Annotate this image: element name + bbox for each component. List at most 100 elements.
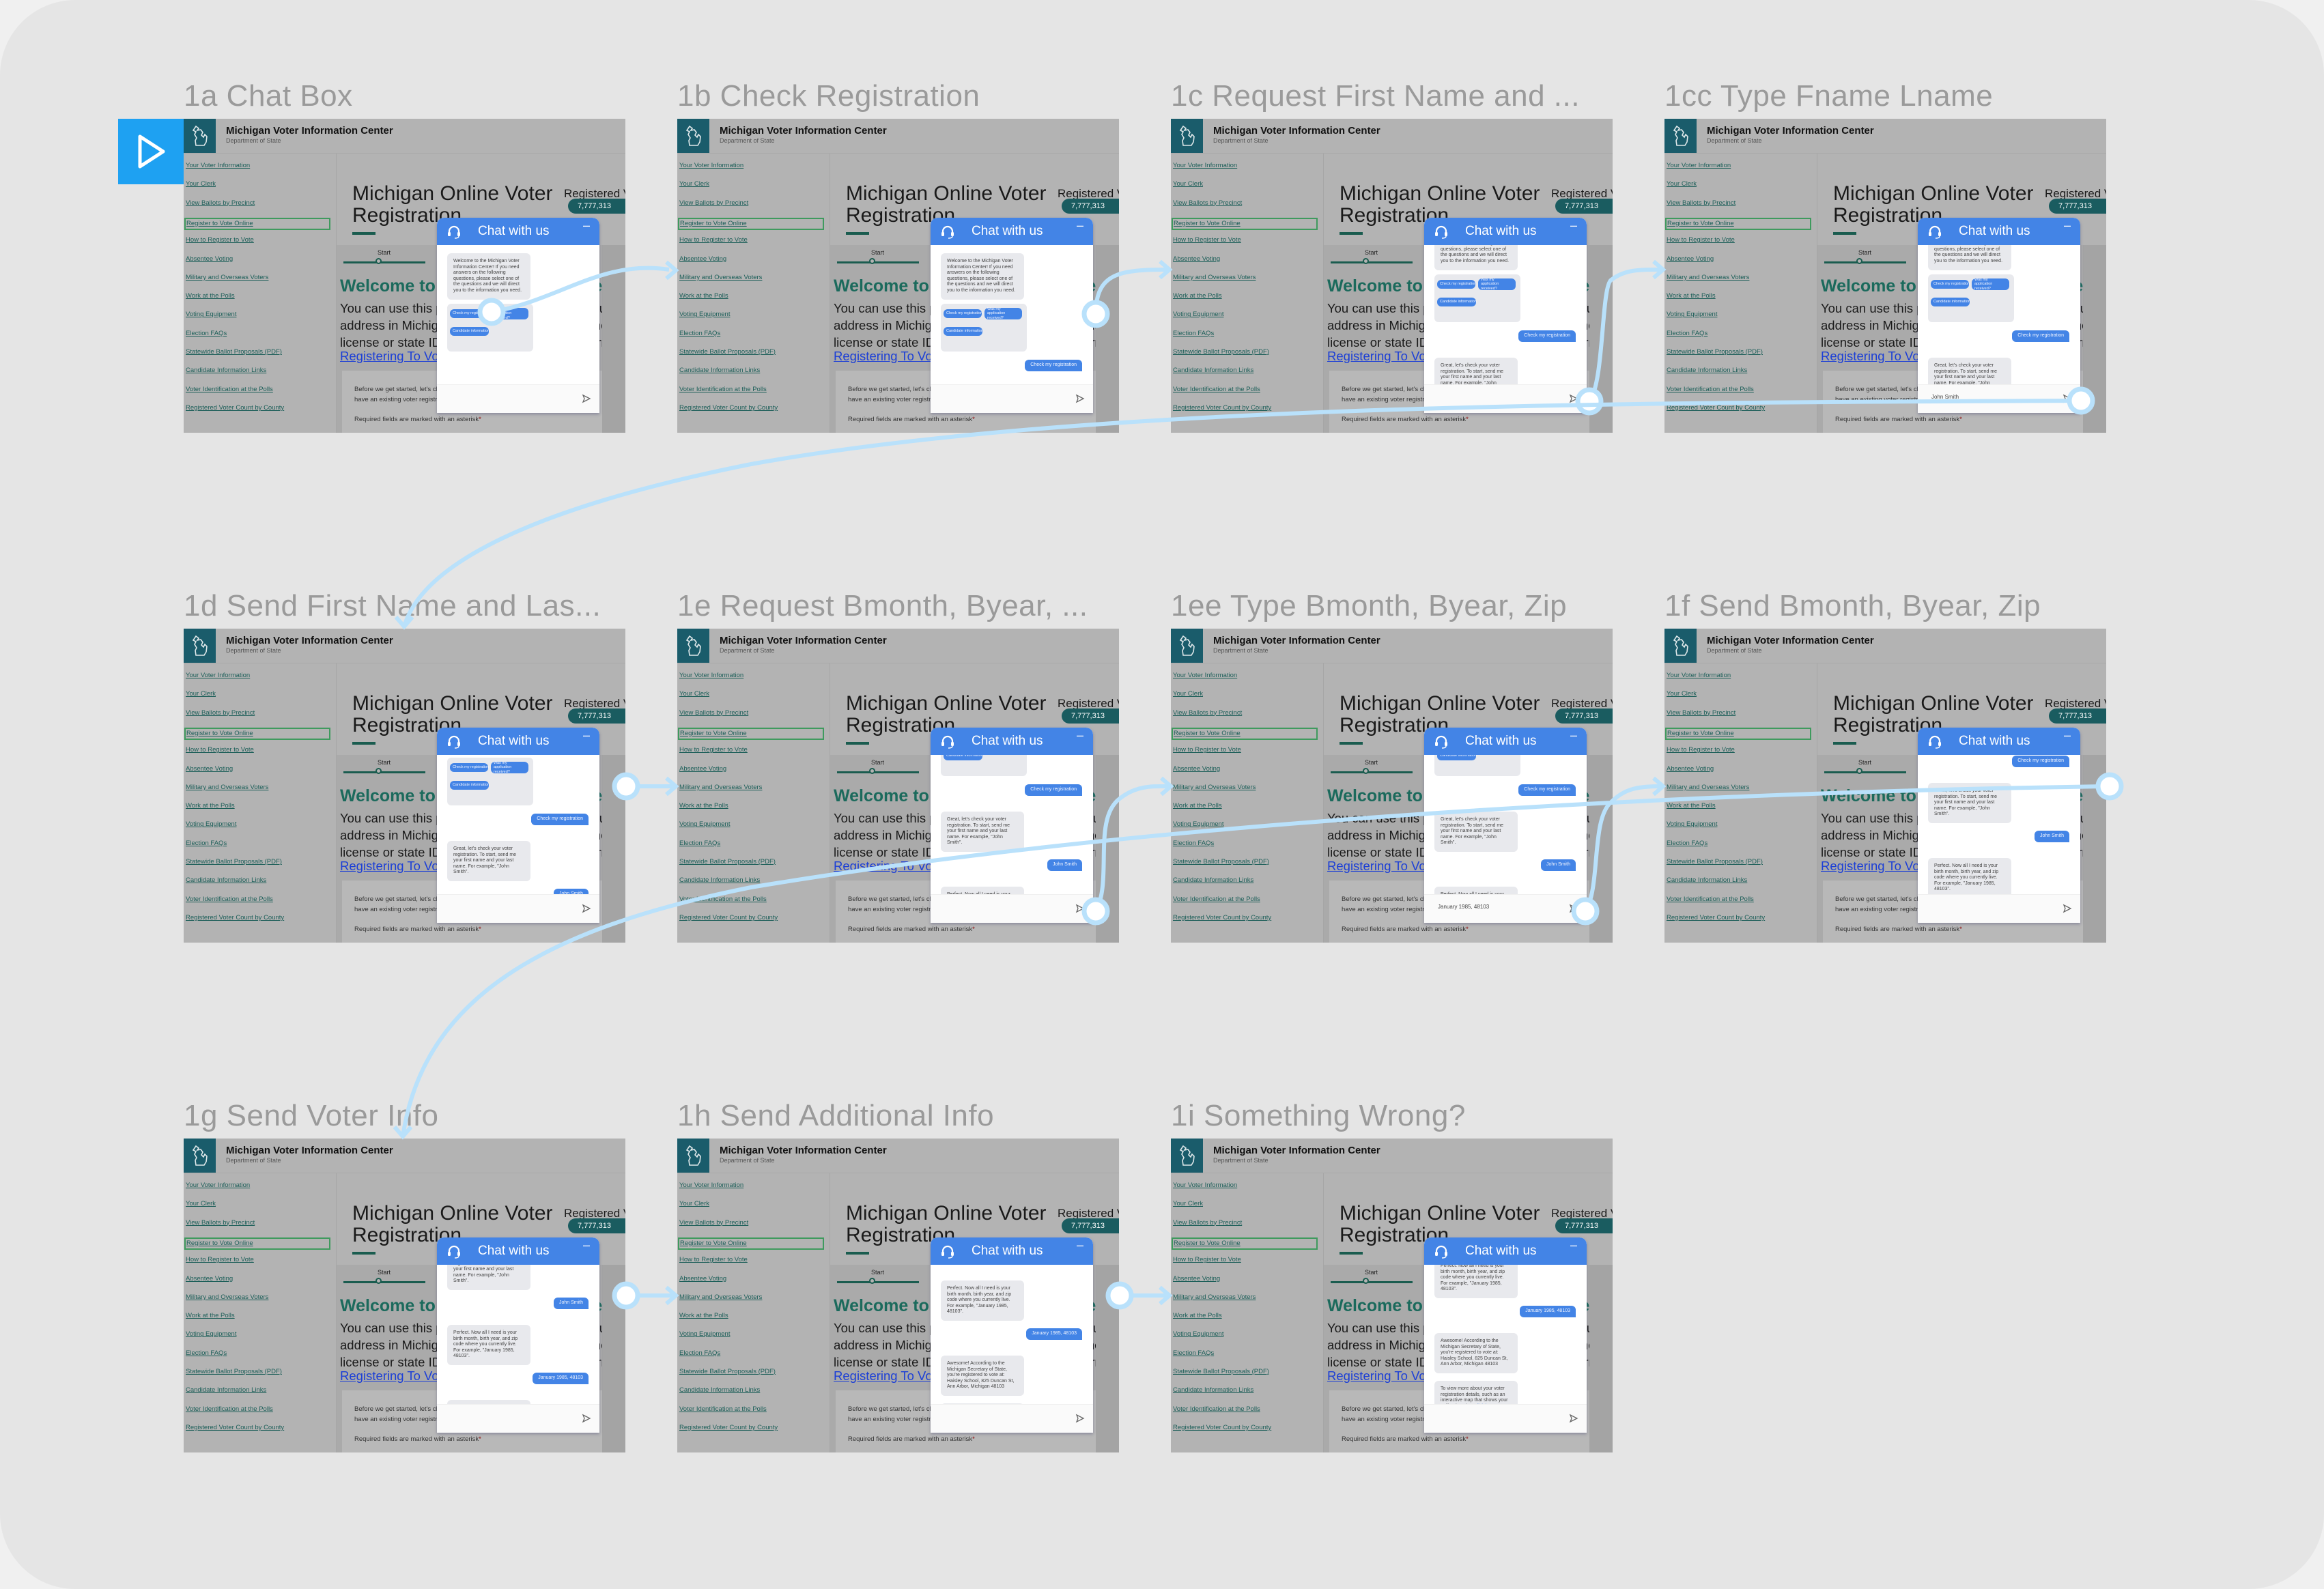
sidebar-item-voting-equipment[interactable]: Voting Equipment bbox=[679, 1330, 730, 1338]
sidebar-item-register-to-vote-online[interactable]: Register to Vote Online bbox=[1172, 1237, 1318, 1250]
sidebar-item-voter-identification-at-the-polls[interactable]: Voter Identification at the Polls bbox=[186, 386, 273, 393]
sidebar-item-military-and-overseas-voters[interactable]: Military and Overseas Voters bbox=[186, 1293, 268, 1301]
sidebar-item-registered-voter-count-by-county[interactable]: Registered Voter Count by County bbox=[679, 1424, 778, 1431]
frame-title[interactable]: 1d Send First Name and Las... bbox=[184, 589, 601, 623]
sidebar-item-statewide-ballot-proposals-pdf[interactable]: Statewide Ballot Proposals (PDF) bbox=[1173, 348, 1269, 356]
frame-1d[interactable]: Michigan Voter Information Center Depart… bbox=[184, 629, 625, 943]
sidebar-item-absentee-voting[interactable]: Absentee Voting bbox=[186, 255, 233, 263]
sidebar-item-statewide-ballot-proposals-pdf[interactable]: Statewide Ballot Proposals (PDF) bbox=[1173, 1368, 1269, 1375]
sidebar-item-your-clerk[interactable]: Your Clerk bbox=[186, 180, 216, 188]
send-icon[interactable] bbox=[1075, 394, 1085, 403]
frame-title[interactable]: 1c Request First Name and ... bbox=[1171, 79, 1580, 113]
option-candidate-information[interactable]: Candidate information bbox=[1437, 298, 1477, 306]
chat-input-bar[interactable] bbox=[1424, 384, 1587, 413]
sidebar-item-candidate-information-links[interactable]: Candidate Information Links bbox=[1173, 367, 1253, 374]
sidebar-item-candidate-information-links[interactable]: Candidate Information Links bbox=[186, 1386, 266, 1394]
minimize-chat-button[interactable]: – bbox=[583, 729, 590, 741]
sidebar-item-registered-voter-count-by-county[interactable]: Registered Voter Count by County bbox=[1667, 914, 1765, 921]
sidebar-item-register-to-vote-online[interactable]: Register to Vote Online bbox=[678, 217, 824, 230]
option-candidate-information[interactable]: Candidate information bbox=[1437, 755, 1477, 760]
chat-input-bar[interactable] bbox=[931, 1404, 1093, 1433]
minimize-chat-button[interactable]: – bbox=[583, 219, 590, 231]
sidebar-item-voter-identification-at-the-polls[interactable]: Voter Identification at the Polls bbox=[679, 1405, 767, 1413]
sidebar-item-absentee-voting[interactable]: Absentee Voting bbox=[1173, 765, 1220, 773]
send-icon[interactable] bbox=[1569, 1414, 1578, 1423]
sidebar-item-register-to-vote-online[interactable]: Register to Vote Online bbox=[184, 727, 330, 740]
sidebar-item-your-clerk[interactable]: Your Clerk bbox=[1173, 690, 1203, 698]
sidebar-item-voting-equipment[interactable]: Voting Equipment bbox=[1173, 820, 1223, 828]
sidebar-item-view-ballots-by-precinct[interactable]: View Ballots by Precinct bbox=[186, 199, 255, 207]
sidebar-item-voting-equipment[interactable]: Voting Equipment bbox=[1173, 1330, 1223, 1338]
send-icon[interactable] bbox=[2063, 904, 2072, 913]
sidebar-item-work-at-the-polls[interactable]: Work at the Polls bbox=[679, 1312, 728, 1319]
sidebar-item-how-to-register-to-vote[interactable]: How to Register to Vote bbox=[1667, 746, 1735, 754]
sidebar-item-registered-voter-count-by-county[interactable]: Registered Voter Count by County bbox=[1173, 404, 1271, 412]
sidebar-item-your-clerk[interactable]: Your Clerk bbox=[1173, 180, 1203, 188]
sidebar-item-absentee-voting[interactable]: Absentee Voting bbox=[679, 255, 726, 263]
option-application-received[interactable]: Was my application received? bbox=[491, 761, 528, 774]
sidebar-item-voter-identification-at-the-polls[interactable]: Voter Identification at the Polls bbox=[1667, 386, 1754, 393]
sidebar-item-election-faqs[interactable]: Election FAQs bbox=[679, 330, 720, 337]
sidebar-item-voter-identification-at-the-polls[interactable]: Voter Identification at the Polls bbox=[186, 1405, 273, 1413]
sidebar-item-your-voter-information[interactable]: Your Voter Information bbox=[1173, 162, 1237, 169]
frame-title[interactable]: 1h Send Additional Info bbox=[677, 1099, 994, 1133]
frame-1cc[interactable]: Michigan Voter Information Center Depart… bbox=[1664, 119, 2106, 433]
option-application-received[interactable]: Was my application received? bbox=[1478, 278, 1516, 291]
sidebar-item-register-to-vote-online[interactable]: Register to Vote Online bbox=[1172, 217, 1318, 230]
sidebar-item-your-voter-information[interactable]: Your Voter Information bbox=[1667, 162, 1731, 169]
sidebar-item-your-clerk[interactable]: Your Clerk bbox=[1667, 690, 1697, 698]
option-check-registration[interactable]: Check my registration bbox=[944, 309, 982, 318]
sidebar-item-absentee-voting[interactable]: Absentee Voting bbox=[1667, 765, 1714, 773]
send-icon[interactable] bbox=[1569, 394, 1578, 403]
frame-title[interactable]: 1g Send Voter Info bbox=[184, 1099, 439, 1133]
sidebar-item-view-ballots-by-precinct[interactable]: View Ballots by Precinct bbox=[186, 709, 255, 717]
frame-1e[interactable]: Michigan Voter Information Center Depart… bbox=[677, 629, 1119, 943]
sidebar-item-your-clerk[interactable]: Your Clerk bbox=[1667, 180, 1697, 188]
sidebar-item-how-to-register-to-vote[interactable]: How to Register to Vote bbox=[1667, 236, 1735, 244]
sidebar-item-military-and-overseas-voters[interactable]: Military and Overseas Voters bbox=[679, 784, 762, 791]
sidebar-item-view-ballots-by-precinct[interactable]: View Ballots by Precinct bbox=[679, 199, 748, 207]
sidebar-item-absentee-voting[interactable]: Absentee Voting bbox=[1173, 255, 1220, 263]
option-check-registration[interactable]: Check my registration bbox=[1931, 280, 1970, 289]
send-icon[interactable] bbox=[2063, 394, 2072, 403]
frame-title[interactable]: 1b Check Registration bbox=[677, 79, 980, 113]
sidebar-item-election-faqs[interactable]: Election FAQs bbox=[186, 1349, 227, 1357]
chat-input-bar[interactable] bbox=[437, 894, 599, 923]
sidebar-item-work-at-the-polls[interactable]: Work at the Polls bbox=[1173, 802, 1222, 810]
sidebar-item-your-voter-information[interactable]: Your Voter Information bbox=[186, 162, 250, 169]
sidebar-item-statewide-ballot-proposals-pdf[interactable]: Statewide Ballot Proposals (PDF) bbox=[186, 348, 282, 356]
sidebar-item-your-voter-information[interactable]: Your Voter Information bbox=[679, 672, 743, 679]
sidebar-item-candidate-information-links[interactable]: Candidate Information Links bbox=[679, 1386, 760, 1394]
send-icon[interactable] bbox=[1075, 904, 1085, 913]
sidebar-item-military-and-overseas-voters[interactable]: Military and Overseas Voters bbox=[1173, 1293, 1256, 1301]
sidebar-item-view-ballots-by-precinct[interactable]: View Ballots by Precinct bbox=[1173, 1219, 1242, 1227]
sidebar-item-work-at-the-polls[interactable]: Work at the Polls bbox=[1667, 802, 1716, 810]
sidebar-item-register-to-vote-online[interactable]: Register to Vote Online bbox=[678, 727, 824, 740]
sidebar-item-voting-equipment[interactable]: Voting Equipment bbox=[679, 820, 730, 828]
send-icon[interactable] bbox=[582, 1414, 591, 1423]
sidebar-item-how-to-register-to-vote[interactable]: How to Register to Vote bbox=[1173, 746, 1241, 754]
chat-input-bar[interactable] bbox=[437, 384, 599, 413]
frame-title[interactable]: 1e Request Bmonth, Byear, ... bbox=[677, 589, 1088, 623]
frame-1g[interactable]: Michigan Voter Information Center Depart… bbox=[184, 1139, 625, 1452]
sidebar-item-how-to-register-to-vote[interactable]: How to Register to Vote bbox=[186, 746, 254, 754]
sidebar-item-military-and-overseas-voters[interactable]: Military and Overseas Voters bbox=[1667, 274, 1749, 281]
sidebar-item-your-clerk[interactable]: Your Clerk bbox=[186, 690, 216, 698]
sidebar-item-statewide-ballot-proposals-pdf[interactable]: Statewide Ballot Proposals (PDF) bbox=[679, 348, 776, 356]
sidebar-item-candidate-information-links[interactable]: Candidate Information Links bbox=[1667, 367, 1747, 374]
sidebar-item-voting-equipment[interactable]: Voting Equipment bbox=[186, 1330, 236, 1338]
sidebar-item-statewide-ballot-proposals-pdf[interactable]: Statewide Ballot Proposals (PDF) bbox=[186, 858, 282, 865]
send-icon[interactable] bbox=[582, 904, 591, 913]
sidebar-item-work-at-the-polls[interactable]: Work at the Polls bbox=[679, 802, 728, 810]
sidebar-item-voting-equipment[interactable]: Voting Equipment bbox=[1667, 820, 1717, 828]
frame-1ee[interactable]: Michigan Voter Information Center Depart… bbox=[1171, 629, 1613, 943]
option-application-received[interactable]: Was my application received? bbox=[491, 307, 528, 320]
sidebar-item-your-voter-information[interactable]: Your Voter Information bbox=[679, 162, 743, 169]
frame-title[interactable]: 1a Chat Box bbox=[184, 79, 353, 113]
sidebar-item-election-faqs[interactable]: Election FAQs bbox=[1173, 330, 1214, 337]
sidebar-item-work-at-the-polls[interactable]: Work at the Polls bbox=[679, 292, 728, 300]
frame-title[interactable]: 1cc Type Fname Lname bbox=[1664, 79, 1993, 113]
sidebar-item-register-to-vote-online[interactable]: Register to Vote Online bbox=[1172, 727, 1318, 740]
sidebar-item-registered-voter-count-by-county[interactable]: Registered Voter Count by County bbox=[1173, 1424, 1271, 1431]
chat-input-bar[interactable]: John Smith bbox=[1918, 384, 2080, 413]
